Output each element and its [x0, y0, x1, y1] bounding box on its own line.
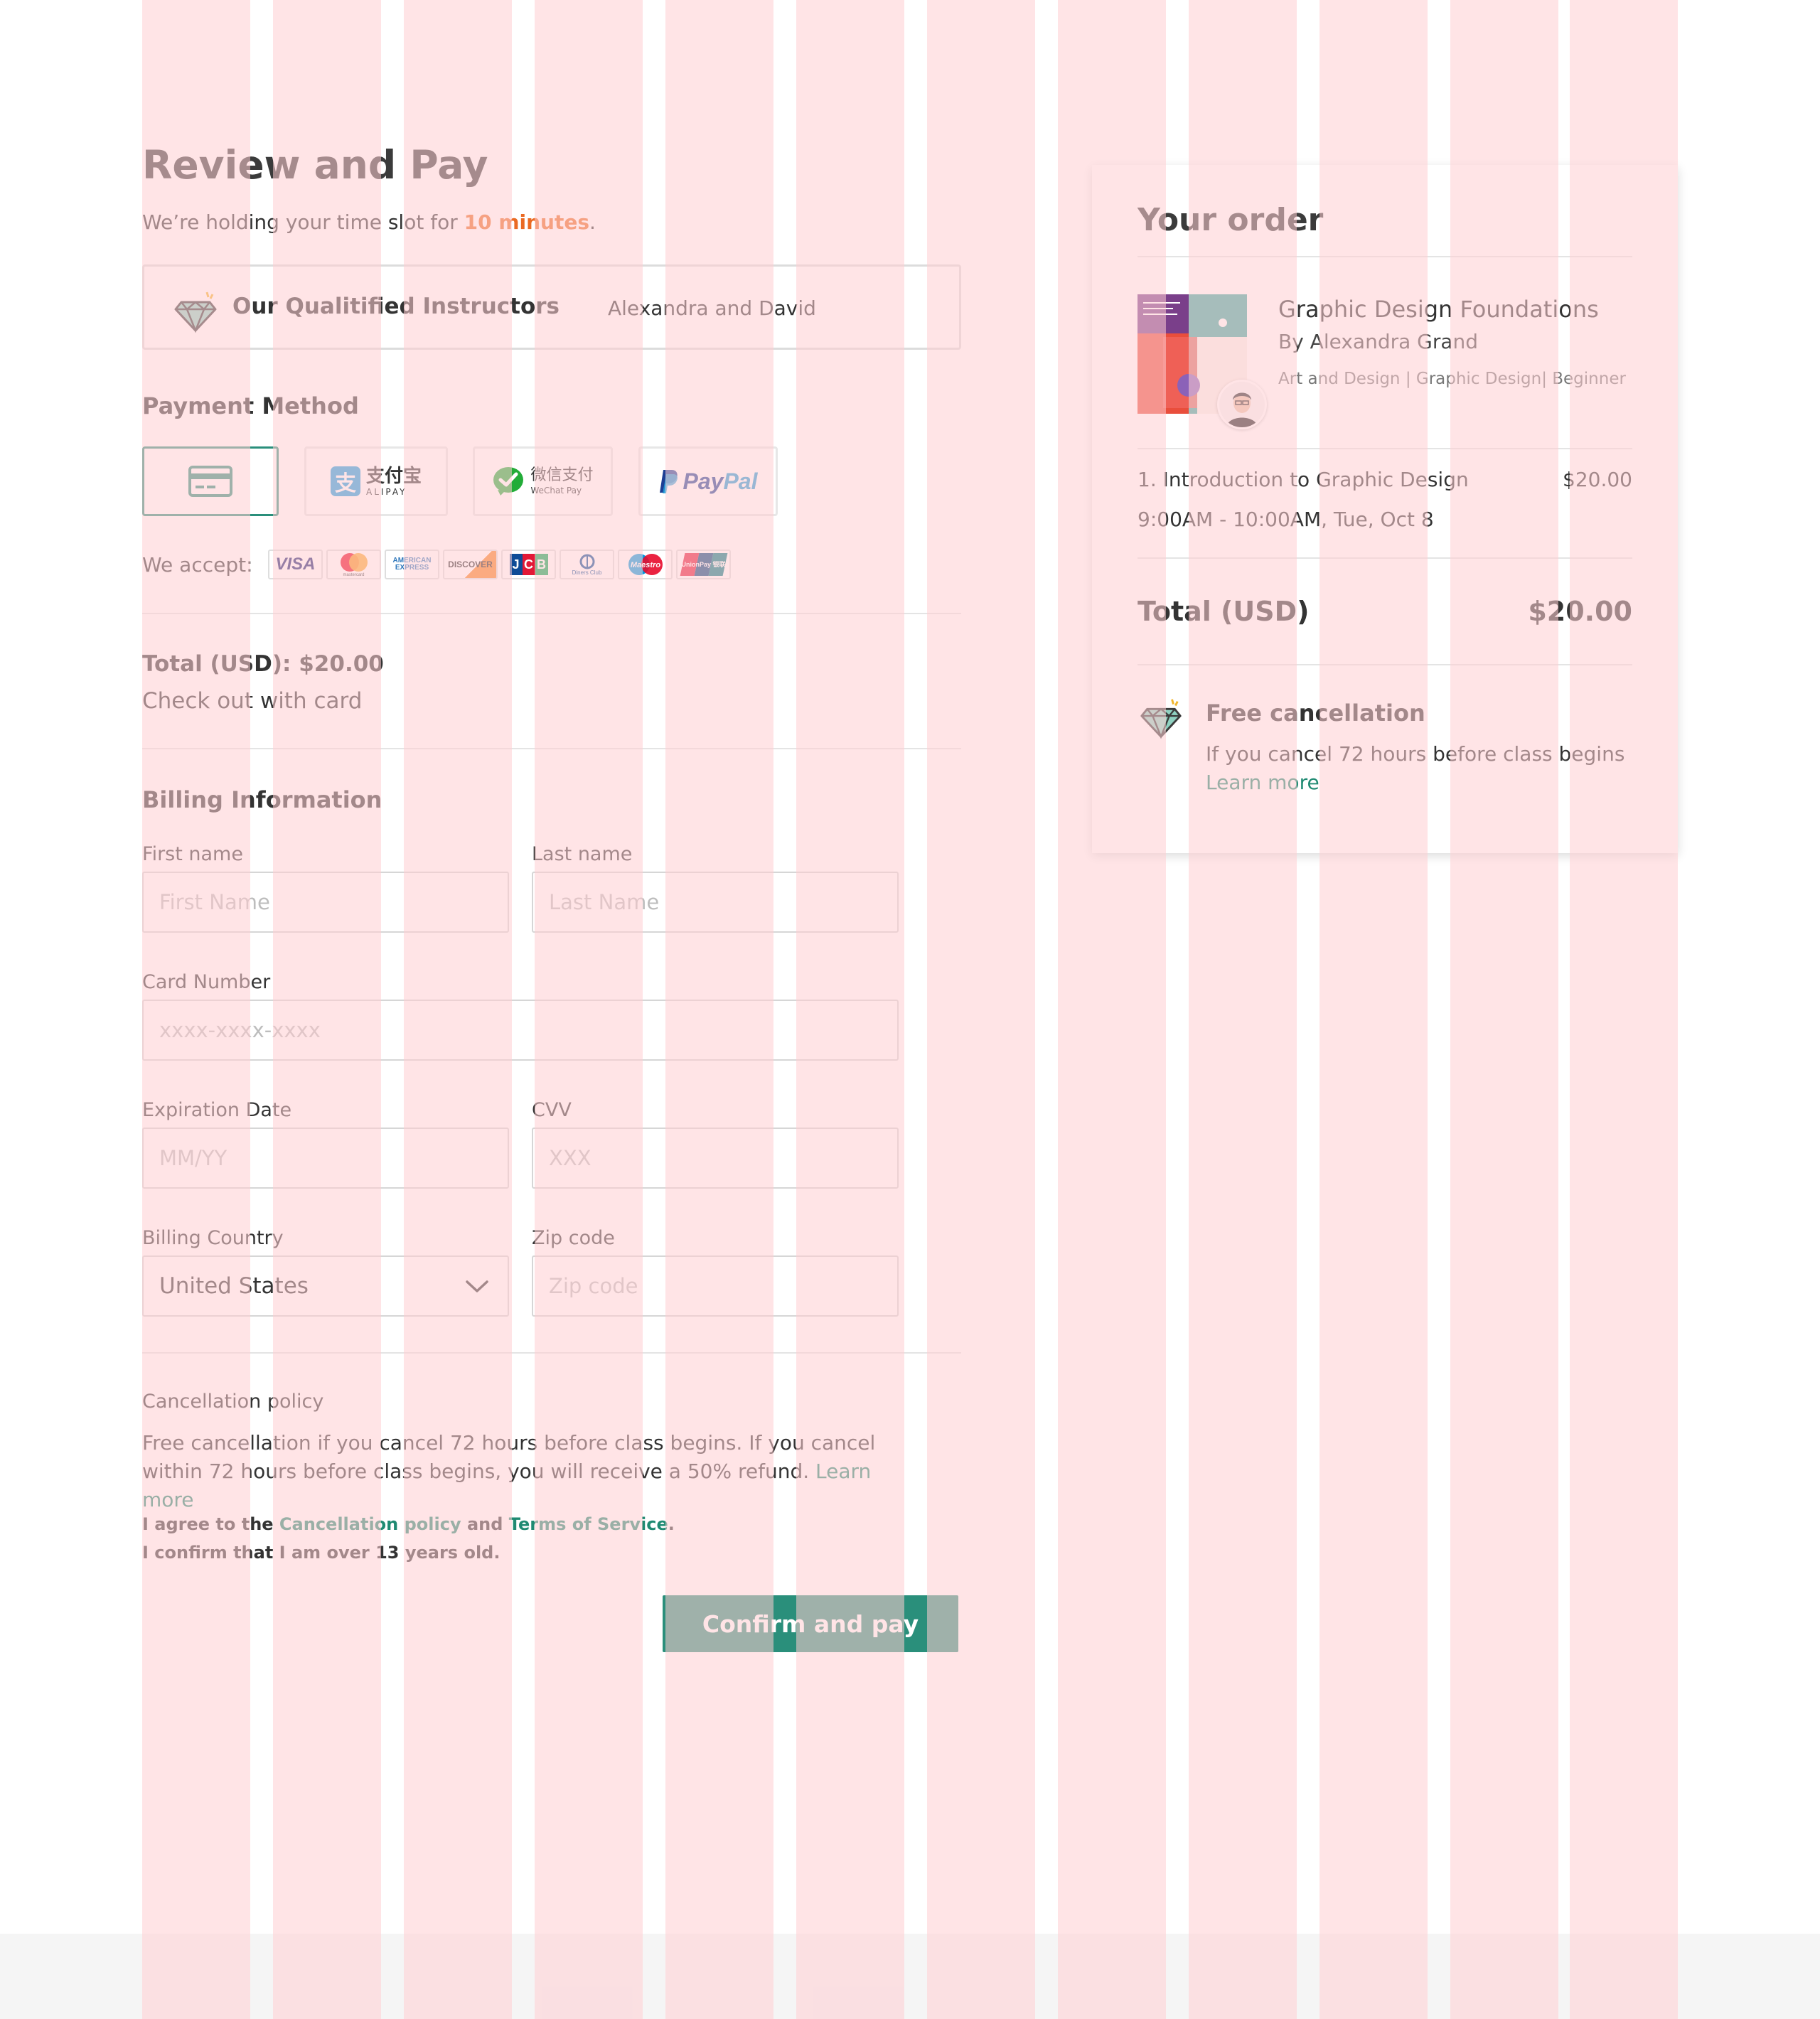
- payment-method-title: Payment Method: [142, 392, 359, 419]
- course-tags: Art and Design | Graphic Design| Beginne…: [1278, 370, 1626, 388]
- cancellation-policy-body: Free cancellation if you cancel 72 hours…: [142, 1431, 876, 1483]
- divider: [1138, 256, 1632, 257]
- course-author: By Alexandra Grand: [1278, 330, 1479, 353]
- billing-country-label: Billing Country: [142, 1227, 284, 1249]
- billing-title: Billing Information: [142, 786, 382, 813]
- billing-country-value: United States: [159, 1273, 309, 1299]
- free-cancellation-title: Free cancellation: [1206, 700, 1425, 727]
- cancellation-policy-link[interactable]: Cancellation policy: [279, 1514, 461, 1534]
- first-name-label: First name: [142, 843, 243, 865]
- divider: [142, 613, 961, 614]
- svg-text:Maestro: Maestro: [630, 561, 660, 569]
- order-total-value: $20.00: [1528, 596, 1632, 627]
- cvv-label: CVV: [532, 1099, 572, 1121]
- hold-time: 10 minutes: [464, 210, 590, 234]
- divider: [1138, 664, 1632, 665]
- wechat-logo-en: WeChat Pay: [530, 486, 582, 496]
- instructors-label: Our Qualitified Instructors: [232, 294, 560, 319]
- order-summary-panel: Your order Graphic Design Foundations By…: [1092, 165, 1678, 853]
- terms-of-service-link[interactable]: Terms of Service: [509, 1514, 668, 1534]
- total-line: Total (USD): $20.00: [142, 651, 384, 677]
- expiration-date-label: Expiration Date: [142, 1099, 292, 1121]
- free-cancellation-text: If you cancel 72 hours before class begi…: [1206, 742, 1625, 766]
- card-number-input[interactable]: [142, 1000, 899, 1061]
- cvv-input[interactable]: [532, 1128, 899, 1189]
- we-accept-label: We accept:: [142, 553, 253, 577]
- divider: [1138, 448, 1632, 449]
- last-name-input[interactable]: [532, 872, 899, 933]
- wechat-logo-cn: 微信支付: [530, 466, 594, 484]
- hold-prefix: We’re holding your time slot for: [142, 210, 458, 234]
- payment-option-paypal[interactable]: PayPal: [638, 446, 778, 516]
- confirm-and-pay-button[interactable]: Confirm and pay: [663, 1595, 958, 1652]
- payment-option-wechat[interactable]: 微信支付 WeChat Pay: [473, 446, 613, 516]
- agreement-line: I agree to the Cancellation policy and T…: [142, 1514, 675, 1534]
- card-number-label: Card Number: [142, 971, 271, 993]
- page-title: Review and Pay: [142, 142, 488, 188]
- order-title: Your order: [1138, 202, 1324, 238]
- credit-card-icon: [188, 466, 232, 497]
- discover-logo: DISCOVER: [443, 550, 498, 579]
- cancellation-policy-text: Free cancellation if you cancel 72 hours…: [142, 1429, 896, 1514]
- hold-suffix: .: [589, 210, 596, 234]
- diamond-icon: [174, 291, 217, 333]
- wechat-check-icon: [493, 467, 524, 496]
- age-confirmation: I confirm that I am over 13 years old.: [142, 1543, 500, 1563]
- hold-message: We’re holding your time slot for 10 minu…: [142, 210, 596, 234]
- paypal-p-icon: [659, 470, 678, 493]
- agreement-prefix: I agree to the: [142, 1514, 274, 1534]
- paypal-logo-pay: Pay: [682, 468, 724, 494]
- zip-code-input[interactable]: [532, 1255, 899, 1317]
- chevron-down-icon: [466, 1280, 488, 1292]
- course-title: Graphic Design Foundations: [1278, 296, 1599, 323]
- instructors-names: Alexandra and David: [608, 296, 816, 320]
- unionpay-logo: UnionPay 银联: [676, 550, 731, 579]
- footer-band: [0, 1934, 1820, 2019]
- first-name-input[interactable]: [142, 872, 509, 933]
- maestro-logo: Maestro: [618, 550, 673, 579]
- alipay-mark-icon: 支: [330, 466, 360, 496]
- checkout-page: Review and Pay We’re holding your time s…: [0, 0, 1820, 1934]
- paypal-logo-pal: Pal: [723, 468, 758, 494]
- zip-code-label: Zip code: [532, 1227, 615, 1249]
- alipay-logo: 支 支付宝 ALIPAY: [330, 465, 422, 497]
- order-line-item: 1. Introduction to Graphic Design: [1138, 468, 1469, 491]
- agreement-and: and: [466, 1514, 503, 1534]
- checkout-method-line: Check out with card: [142, 688, 363, 714]
- billing-country-select[interactable]: United States: [142, 1255, 509, 1317]
- free-cancellation-learn-more-link[interactable]: Learn more: [1206, 771, 1320, 794]
- order-total-label: Total (USD): [1138, 596, 1310, 627]
- divider: [142, 748, 961, 749]
- alipay-logo-en: ALIPAY: [365, 486, 407, 497]
- agreement-period: .: [668, 1514, 675, 1534]
- amex-logo: AMERICAN EXPRESS: [385, 550, 439, 579]
- instructors-box: Our Qualitified Instructors Alexandra an…: [142, 264, 961, 350]
- diamond-icon: [1140, 699, 1182, 739]
- diners-club-logo: Diners Club: [560, 550, 614, 579]
- divider: [142, 1352, 961, 1354]
- order-line-time: 9:00AM - 10:00AM, Tue, Oct 8: [1138, 508, 1434, 531]
- cancellation-policy-title: Cancellation policy: [142, 1391, 324, 1413]
- alipay-logo-cn: 支付宝: [365, 465, 422, 487]
- expiration-date-input[interactable]: [142, 1128, 509, 1189]
- paypal-logo: PayPal: [659, 468, 758, 495]
- visa-logo: VISA: [268, 550, 323, 579]
- wechat-pay-logo: 微信支付 WeChat Pay: [492, 466, 594, 497]
- payment-option-alipay[interactable]: 支 支付宝 ALIPAY: [304, 446, 448, 516]
- order-line-price: $20.00: [1563, 468, 1632, 491]
- instructor-avatar: [1217, 380, 1267, 429]
- last-name-label: Last name: [532, 843, 633, 865]
- divider: [1138, 557, 1632, 559]
- jcb-logo: J C B: [501, 550, 556, 579]
- payment-option-card[interactable]: [142, 446, 279, 516]
- mastercard-logo: mastercard: [326, 550, 381, 579]
